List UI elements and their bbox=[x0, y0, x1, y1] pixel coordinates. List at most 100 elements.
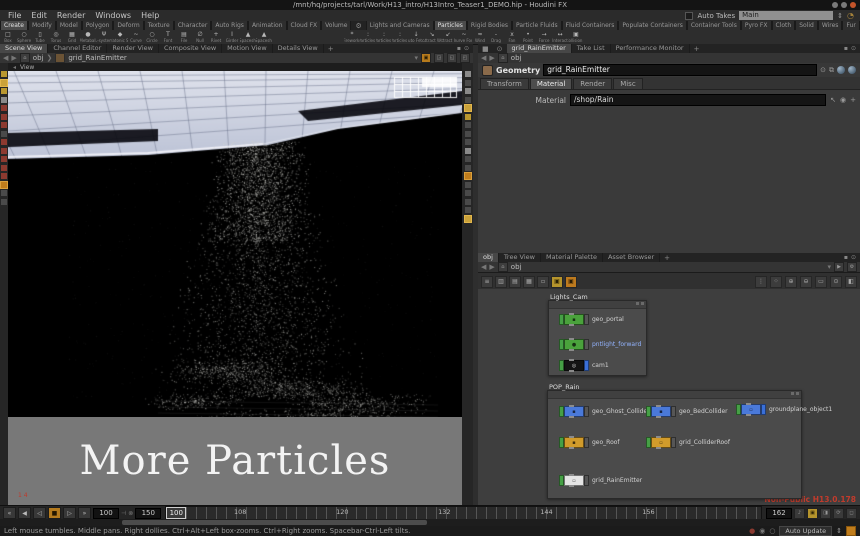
network-toolbar-icon[interactable]: ⊖ bbox=[800, 276, 812, 288]
node-name-field[interactable]: grid_RainEmitter bbox=[543, 64, 817, 76]
update-mode-spinner-icon[interactable]: ⇕ bbox=[836, 527, 842, 535]
network-toolbar-icon[interactable]: ▦ bbox=[523, 276, 535, 288]
param-tab-misc[interactable]: Misc bbox=[613, 78, 642, 89]
add-icon[interactable]: + bbox=[850, 96, 856, 104]
viewport-toolbar-icon[interactable] bbox=[465, 216, 471, 222]
shelf-tab[interactable]: Polygon bbox=[82, 21, 114, 30]
current-frame-field[interactable]: 100 bbox=[93, 508, 119, 519]
network-toolbar-icon[interactable]: ⊙ bbox=[830, 276, 842, 288]
viewport-toolbar-icon[interactable] bbox=[1, 199, 7, 205]
scene-pane-tab[interactable]: Motion View bbox=[222, 44, 273, 53]
node-display-flag[interactable] bbox=[584, 360, 589, 371]
info-ball-icon[interactable] bbox=[837, 66, 845, 74]
shelf-tool[interactable]: :Particles f bbox=[376, 30, 392, 44]
network-toolbar-icon[interactable]: ⁘ bbox=[770, 276, 782, 288]
view-tab-caret-icon[interactable]: ◂ bbox=[13, 64, 16, 71]
scene-pane-tab[interactable]: Render View bbox=[107, 44, 159, 53]
pane-link-icon[interactable]: ⊙ bbox=[464, 45, 469, 53]
viewport-toolbar-icon[interactable] bbox=[1, 71, 7, 77]
network-box-lights_cam[interactable]: Lights_Cam▪geo_portal●pntlight_forward◎c… bbox=[548, 300, 647, 376]
circle-icon[interactable]: ⊙ bbox=[493, 45, 507, 53]
network-node[interactable]: ▪geo_BedCollider bbox=[646, 407, 728, 416]
network-node[interactable]: ▫grid_ColliderRoof bbox=[646, 438, 730, 447]
memory-icon[interactable] bbox=[846, 526, 856, 536]
viewport-toolbar-icon[interactable] bbox=[1, 131, 7, 137]
op-chooser-icon[interactable]: ↖ bbox=[830, 96, 836, 104]
update-mode-select[interactable]: Auto Update bbox=[779, 526, 832, 536]
network-toolbar-icon[interactable]: ⋮ bbox=[755, 276, 767, 288]
timeline-scrollbar[interactable] bbox=[122, 520, 427, 525]
shelf-tool[interactable]: ≈Wind bbox=[472, 30, 488, 44]
take-selector[interactable]: Main bbox=[739, 11, 833, 20]
stop-button[interactable]: ■ bbox=[48, 507, 61, 519]
network-node[interactable]: ▫groundplane_object1 bbox=[736, 405, 832, 414]
node-display-flag[interactable] bbox=[584, 339, 589, 350]
node-display-flag[interactable] bbox=[671, 406, 676, 417]
go-end-button[interactable]: » bbox=[78, 507, 91, 519]
menu-render[interactable]: Render bbox=[52, 11, 90, 20]
network-toolbar-icon[interactable]: ≡ bbox=[481, 276, 493, 288]
home-icon[interactable]: ⌂ bbox=[498, 53, 508, 63]
viewport-toolbar-icon[interactable] bbox=[465, 131, 471, 137]
scene-pane-tab[interactable]: Scene View bbox=[0, 44, 48, 53]
viewport-toolbar-icon[interactable] bbox=[1, 88, 7, 94]
shelf-tab[interactable]: Wires bbox=[818, 21, 843, 30]
network-node[interactable]: ▪geo_Roof bbox=[559, 438, 620, 447]
back-icon[interactable]: ◀ bbox=[3, 54, 8, 62]
cook-indicator-icon[interactable]: ○ bbox=[769, 527, 775, 535]
network-toolbar-icon[interactable]: ⊕ bbox=[785, 276, 797, 288]
shelf-tab[interactable]: Animation bbox=[248, 21, 287, 30]
viewport-toolbar-icon[interactable] bbox=[1, 190, 7, 196]
shelf-tab[interactable]: Create bbox=[0, 21, 28, 30]
shelf-tab[interactable]: Populate Containers bbox=[618, 21, 686, 30]
viewport-toolbar-icon[interactable] bbox=[1, 105, 7, 111]
snapshot-icon[interactable]: ▣ bbox=[421, 53, 431, 63]
network-node[interactable]: ▪geo_portal bbox=[559, 315, 624, 324]
back-icon[interactable]: ◀ bbox=[481, 54, 486, 62]
shelf-tool[interactable]: ○Sphere bbox=[16, 30, 32, 44]
shelf-tool[interactable]: ●Metaball bbox=[80, 30, 96, 44]
shelf-tool[interactable]: -Drag bbox=[488, 30, 504, 44]
shelf-tool[interactable]: :Particles f bbox=[392, 30, 408, 44]
playbar-options-icon[interactable]: ◻ bbox=[846, 508, 857, 519]
take-spinner-icon[interactable]: ⇕ bbox=[837, 12, 843, 20]
menu-help[interactable]: Help bbox=[136, 11, 164, 20]
viewport-toolbar-icon[interactable] bbox=[465, 97, 471, 103]
node-display-flag[interactable] bbox=[584, 437, 589, 448]
shelf-tab[interactable]: Particle Fluids bbox=[512, 21, 562, 30]
network-pane-tab[interactable]: obj bbox=[478, 253, 499, 262]
viewport-toolbar-icon[interactable] bbox=[465, 139, 471, 145]
home-icon[interactable]: ⌂ bbox=[20, 53, 30, 63]
param-pane-tab[interactable]: Take List bbox=[572, 44, 611, 53]
square-icon[interactable]: ■ bbox=[478, 45, 493, 53]
shelf-tab[interactable]: Pyro FX bbox=[741, 21, 772, 30]
network-toolbar-icon[interactable]: ▥ bbox=[495, 276, 507, 288]
add-pane-tab-button[interactable]: + bbox=[690, 45, 704, 53]
forward-icon[interactable]: ▶ bbox=[489, 54, 494, 62]
shelf-tool[interactable]: ∅Null bbox=[192, 30, 208, 44]
shelf-tab[interactable]: Solid bbox=[795, 21, 818, 30]
node-display-flag[interactable] bbox=[584, 406, 589, 417]
scene-3d-view[interactable] bbox=[8, 71, 462, 417]
viewport-toolbar-icon[interactable] bbox=[465, 156, 471, 162]
path-dropdown-icon[interactable]: ▾ bbox=[414, 54, 418, 62]
timeline-ruler[interactable]: 100 108120132144156 bbox=[165, 506, 762, 520]
viewport-toolbar-icon[interactable] bbox=[465, 165, 471, 171]
shelf-tool[interactable]: :Particles f bbox=[360, 30, 376, 44]
network-toolbar-icon[interactable]: ▭ bbox=[815, 276, 827, 288]
play-flag-icon[interactable]: ▶ bbox=[834, 262, 844, 272]
pane-link-icon[interactable]: ⊙ bbox=[851, 45, 856, 53]
box-close-icon[interactable] bbox=[641, 302, 644, 305]
shelf-tool[interactable]: ▣Collision d bbox=[568, 30, 584, 44]
viewport-toolbar-icon[interactable] bbox=[1, 165, 7, 171]
node-display-flag[interactable] bbox=[584, 314, 589, 325]
realtime-toggle-icon[interactable]: ▣ bbox=[807, 508, 818, 519]
shelf-tool[interactable]: ▤File bbox=[176, 30, 192, 44]
path-dropdown-icon[interactable]: ▾ bbox=[827, 263, 831, 271]
network-node[interactable]: ▪geo_Ghost_Collider bbox=[559, 407, 650, 416]
shelf-tab[interactable]: Rigid Bodies bbox=[467, 21, 512, 30]
dopnet-icon[interactable]: ◨ bbox=[820, 508, 831, 519]
shelf-tool[interactable]: ↘Attract Wi bbox=[424, 30, 440, 44]
prev-key-button[interactable]: ◀ bbox=[18, 507, 31, 519]
box-collapse-icon[interactable] bbox=[791, 392, 794, 395]
